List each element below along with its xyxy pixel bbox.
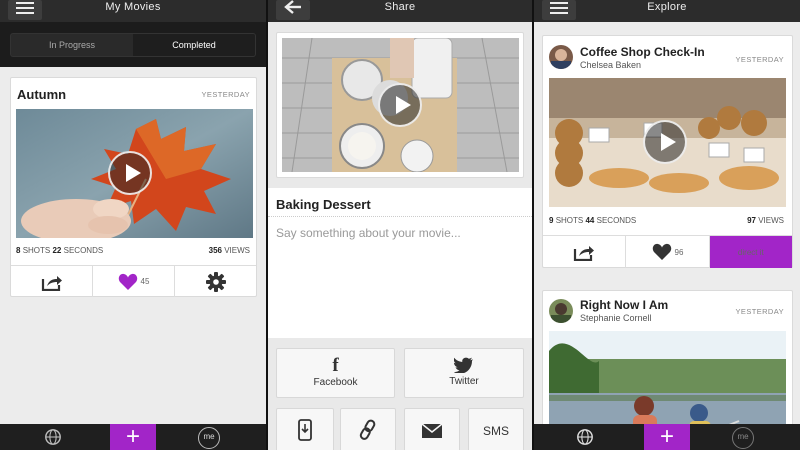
- like-button[interactable]: 96: [626, 236, 710, 268]
- feed-author[interactable]: Chelsea Baken: [580, 60, 641, 70]
- play-button[interactable]: [643, 120, 687, 164]
- play-button[interactable]: [378, 83, 422, 127]
- views-count: 356: [208, 246, 222, 255]
- globe-icon[interactable]: [44, 428, 62, 446]
- movie-card[interactable]: Autumn YESTERDAY 8 SHOTS 22 SECONDS 356 …: [10, 77, 257, 297]
- twitter-button[interactable]: Twitter: [404, 348, 524, 398]
- like-button[interactable]: 45: [93, 266, 175, 297]
- movie-stats: 8 SHOTS 22 SECONDS: [16, 246, 103, 255]
- feed-date: YESTERDAY: [735, 307, 784, 316]
- movie-thumbnail[interactable]: [16, 109, 253, 238]
- facebook-button[interactable]: f Facebook: [276, 348, 395, 398]
- share-button[interactable]: [11, 266, 93, 297]
- email-button[interactable]: [404, 408, 460, 450]
- feed-actions: 96 direct it: [543, 235, 792, 268]
- globe-icon[interactable]: [576, 428, 594, 446]
- views-count: 97: [747, 216, 756, 225]
- explore-screen: Explore Coffee Shop Check-In Chelsea Bak…: [534, 0, 800, 450]
- phone-download-icon: [298, 419, 312, 441]
- play-button[interactable]: [108, 151, 152, 195]
- shots-count: 9: [549, 216, 554, 225]
- seconds-label: SECONDS: [596, 216, 637, 225]
- hamburger-icon: [16, 2, 34, 14]
- share-icon: [574, 246, 595, 261]
- top-bar: Share: [268, 0, 532, 22]
- seconds-count: 44: [585, 216, 595, 225]
- twitter-label: Twitter: [449, 376, 479, 387]
- heart-icon: [118, 273, 137, 290]
- heart-icon: [652, 243, 671, 260]
- twitter-bird-icon: [453, 357, 473, 374]
- my-movies-screen: My Movies In Progress Completed Autumn Y…: [0, 0, 266, 450]
- tab-in-progress[interactable]: In Progress: [11, 34, 133, 56]
- menu-button[interactable]: [542, 0, 576, 20]
- seconds-label: SECONDS: [63, 246, 104, 255]
- movie-status-tabs: In Progress Completed: [10, 33, 256, 57]
- feed-title: Coffee Shop Check-In: [580, 45, 705, 59]
- share-button[interactable]: [543, 236, 627, 268]
- message-input[interactable]: Say something about your movie...: [276, 226, 461, 240]
- movie-thumbnail[interactable]: [282, 38, 519, 172]
- avatar[interactable]: [549, 45, 573, 69]
- gear-icon: [205, 271, 226, 292]
- feed-author[interactable]: Stephanie Cornell: [580, 313, 652, 323]
- views-label: VIEWS: [758, 216, 784, 225]
- link-icon: [359, 419, 376, 440]
- bottom-nav: + me: [0, 424, 266, 450]
- facebook-icon: f: [332, 355, 339, 376]
- sms-button[interactable]: SMS: [468, 408, 524, 450]
- create-movie-button[interactable]: +: [644, 424, 690, 450]
- share-icon: [41, 275, 62, 291]
- avatar[interactable]: [549, 299, 573, 323]
- sms-label: SMS: [482, 424, 509, 438]
- facebook-label: Facebook: [313, 377, 358, 388]
- top-bar: Explore: [534, 0, 800, 22]
- share-form: Baking Dessert Say something about your …: [268, 188, 532, 338]
- back-button[interactable]: [276, 0, 310, 20]
- shots-label: SHOTS: [555, 216, 584, 225]
- envelope-icon: [421, 423, 443, 438]
- views-label: VIEWS: [224, 246, 250, 255]
- seconds-count: 22: [52, 246, 62, 255]
- feed-views: 97 VIEWS: [747, 216, 784, 225]
- top-bar: My Movies: [0, 0, 266, 22]
- copy-link-button[interactable]: [340, 408, 396, 450]
- bottom-nav: + me: [534, 424, 800, 450]
- divider: [268, 216, 532, 217]
- movie-preview: [276, 32, 524, 178]
- avatar-image: [551, 303, 571, 323]
- movie-views: 356 VIEWS: [209, 246, 250, 255]
- shots-count: 8: [16, 246, 21, 255]
- profile-me-button[interactable]: me: [732, 427, 754, 449]
- tab-completed[interactable]: Completed: [133, 34, 255, 56]
- like-count: 45: [140, 277, 150, 286]
- movie-title: Autumn: [17, 87, 67, 102]
- like-count: 96: [674, 247, 684, 257]
- settings-button[interactable]: [175, 266, 256, 297]
- feed-date: YESTERDAY: [735, 55, 784, 64]
- feed-card[interactable]: Coffee Shop Check-In Chelsea Baken YESTE…: [542, 35, 793, 268]
- back-arrow-icon: [284, 0, 301, 14]
- profile-me-button[interactable]: me: [198, 427, 220, 449]
- movie-thumbnail[interactable]: [549, 78, 786, 207]
- hamburger-icon: [550, 2, 568, 14]
- share-screen: Share Baking Dessert Say something about…: [268, 0, 532, 450]
- save-to-device-button[interactable]: [276, 408, 334, 450]
- direct-it-button[interactable]: direct it: [709, 236, 792, 268]
- feed-stats: 9 SHOTS 44 SECONDS: [549, 216, 636, 225]
- movie-actions: 45: [11, 265, 256, 297]
- create-movie-button[interactable]: +: [110, 424, 156, 450]
- shots-label: SHOTS: [22, 246, 51, 255]
- avatar-image: [551, 49, 571, 69]
- movie-date: YESTERDAY: [201, 90, 250, 99]
- feed-title: Right Now I Am: [580, 298, 669, 312]
- movie-title: Baking Dessert: [276, 197, 371, 212]
- menu-button[interactable]: [8, 0, 42, 20]
